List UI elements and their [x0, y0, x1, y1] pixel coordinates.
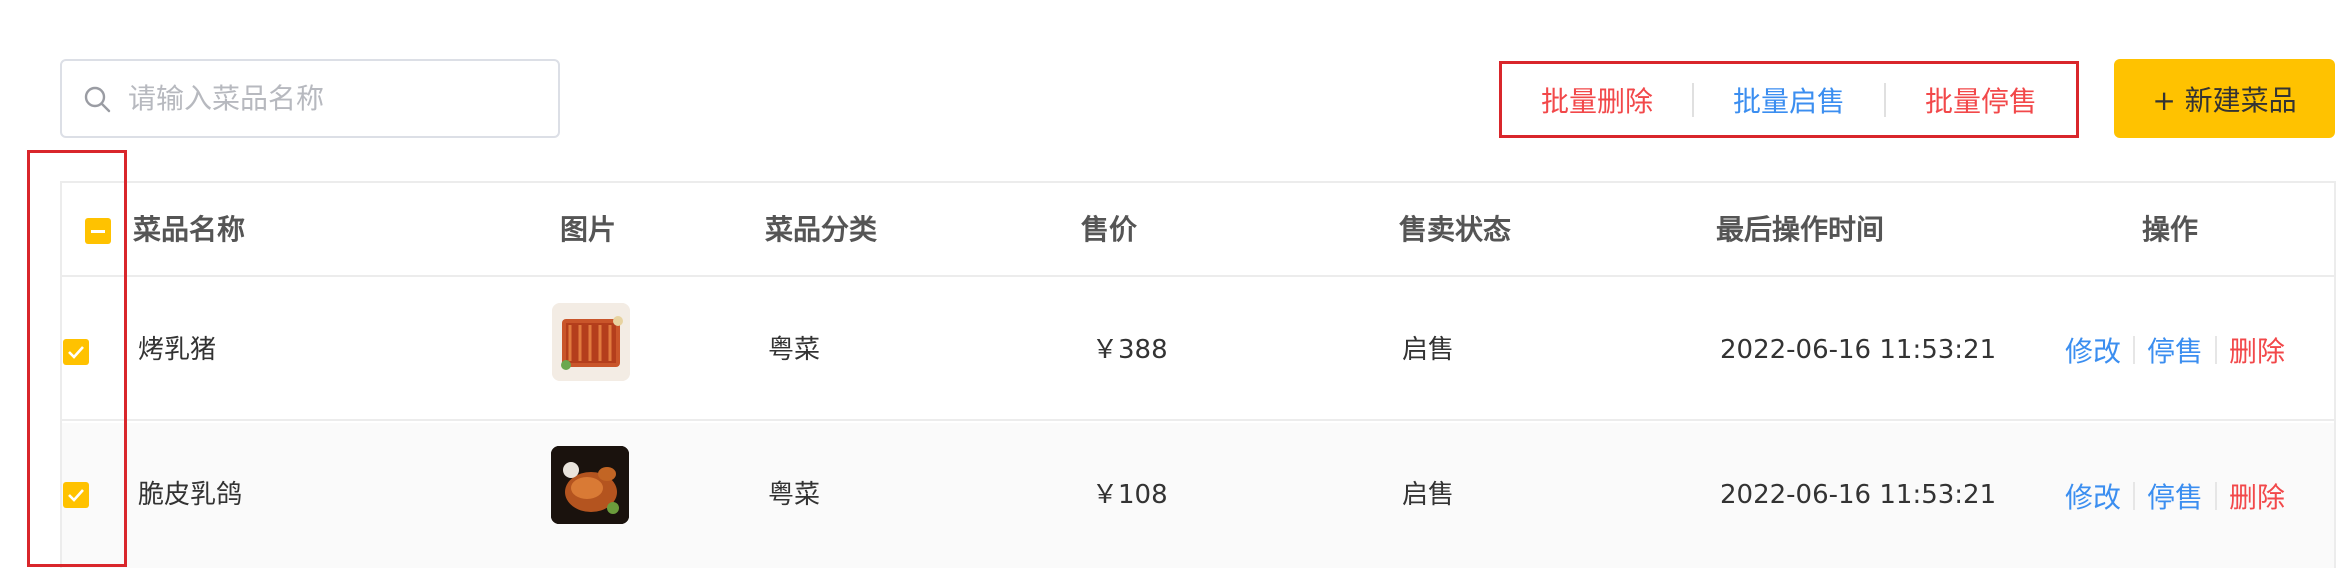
- column-header-name: 菜品名称: [133, 213, 246, 246]
- column-header-actions: 操作: [2142, 213, 2199, 246]
- row-checkbox[interactable]: [63, 339, 89, 365]
- disable-link[interactable]: 停售: [2147, 476, 2203, 516]
- dish-category: 粤菜: [768, 480, 821, 510]
- row-actions: 修改 停售 删除: [2065, 329, 2285, 371]
- roast-pigeon-image: [551, 446, 629, 524]
- minus-icon: [91, 229, 105, 233]
- column-header-status: 售卖状态: [1399, 213, 1512, 246]
- divider: [2215, 482, 2218, 510]
- check-icon: [68, 489, 84, 502]
- dish-updated-time: 2022-06-16 11:53:21: [1720, 480, 1997, 510]
- dish-image: [551, 446, 629, 524]
- roast-pig-image: [552, 303, 630, 381]
- column-header-image: 图片: [560, 213, 617, 246]
- dish-image: [552, 303, 630, 381]
- delete-link[interactable]: 删除: [2229, 330, 2285, 370]
- edit-link[interactable]: 修改: [2065, 476, 2121, 516]
- check-icon: [68, 346, 84, 359]
- batch-delete-button[interactable]: 批量删除: [1502, 80, 1692, 120]
- dish-updated-time: 2022-06-16 11:53:21: [1720, 335, 1997, 365]
- search-box[interactable]: [60, 59, 560, 138]
- edit-link[interactable]: 修改: [2065, 330, 2121, 370]
- batch-enable-button[interactable]: 批量启售: [1694, 80, 1884, 120]
- dish-name: 烤乳猪: [138, 335, 217, 365]
- delete-link[interactable]: 删除: [2229, 476, 2285, 516]
- dish-price: ￥388: [1092, 335, 1168, 365]
- column-header-category: 菜品分类: [765, 213, 878, 246]
- select-all-checkbox[interactable]: [85, 218, 111, 244]
- dish-status: 启售: [1402, 335, 1455, 365]
- dish-status: 启售: [1402, 480, 1455, 510]
- row-actions: 修改 停售 删除: [2065, 475, 2285, 517]
- table-header: 菜品名称 图片 菜品分类 售价 售卖状态 最后操作时间 操作: [62, 183, 2334, 277]
- new-dish-button[interactable]: + 新建菜品: [2114, 59, 2335, 138]
- row-checkbox[interactable]: [63, 482, 89, 508]
- column-header-price: 售价: [1081, 213, 1138, 246]
- disable-link[interactable]: 停售: [2147, 330, 2203, 370]
- search-input[interactable]: [126, 81, 530, 116]
- batch-disable-button[interactable]: 批量停售: [1886, 80, 2076, 120]
- batch-actions: 批量删除 批量启售 批量停售: [1499, 61, 2079, 138]
- search-icon: [84, 86, 111, 112]
- dish-category: 粤菜: [768, 335, 821, 365]
- column-header-updated-time: 最后操作时间: [1716, 213, 1885, 246]
- table-row: 烤乳猪 粤菜 ￥388 启售 2022-06-16 11:53:21 修改 停售…: [62, 279, 2334, 421]
- divider: [2215, 336, 2218, 364]
- divider: [2133, 482, 2136, 510]
- dish-name: 脆皮乳鸽: [138, 480, 243, 510]
- table-row: 脆皮乳鸽 粤菜 ￥108 启售 2022-06-16 11:53:21 修改 停…: [62, 423, 2334, 568]
- divider: [2133, 336, 2136, 364]
- dish-price: ￥108: [1092, 480, 1168, 510]
